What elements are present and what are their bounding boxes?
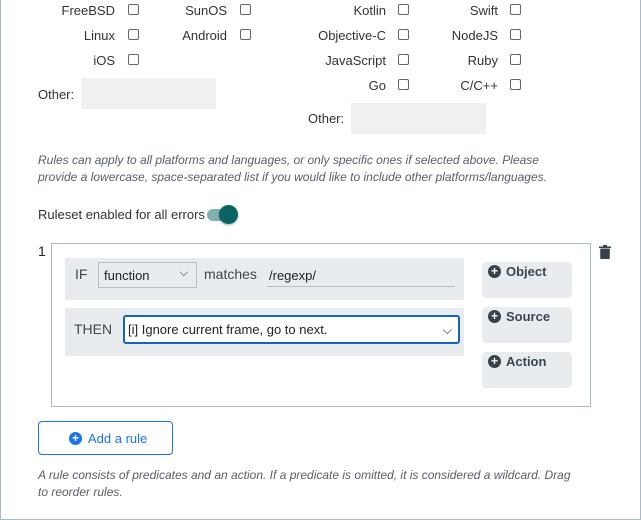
checkbox-label: Linux: [83, 28, 115, 43]
then-keyword: THEN: [74, 321, 113, 337]
checkbox[interactable]: [398, 4, 409, 15]
language-other-input[interactable]: [351, 103, 486, 134]
checkbox[interactable]: [128, 29, 139, 40]
checkbox[interactable]: [240, 29, 251, 40]
add-rule-button[interactable]: + Add a rule: [38, 421, 173, 455]
checkbox-label: NodeJS: [451, 28, 498, 43]
checkbox[interactable]: [510, 54, 521, 65]
checkbox-label: Kotlin: [353, 3, 386, 18]
checkbox-label: C/C++: [460, 78, 498, 93]
plus-circle-icon: +: [488, 310, 501, 323]
platforms-help-text: Rules can apply to all platforms and lan…: [38, 153, 547, 184]
checkbox-label: Ruby: [467, 53, 498, 68]
button-label: Action: [506, 354, 547, 369]
button-label: Add a rule: [88, 431, 148, 446]
plus-circle-icon: +: [488, 355, 501, 368]
rules-help-text: A rule consists of predicates and an act…: [38, 468, 571, 499]
checkbox[interactable]: [510, 4, 521, 15]
button-label: Source: [506, 309, 551, 324]
add-source-button[interactable]: + Source: [482, 307, 572, 343]
if-keyword: IF: [75, 266, 88, 282]
checkbox[interactable]: [240, 4, 251, 15]
toggle-knob[interactable]: [219, 205, 238, 224]
matches-keyword: matches: [204, 266, 257, 282]
add-action-button[interactable]: + Action: [482, 352, 572, 388]
select-value: [i] Ignore current frame, go to next.: [128, 322, 328, 337]
trash-icon[interactable]: [599, 245, 611, 259]
select-value: function: [104, 268, 150, 283]
checkbox[interactable]: [398, 29, 409, 40]
checkbox-label: Swift: [469, 3, 498, 18]
ruleset-toggle-label: Ruleset enabled for all errors: [38, 207, 205, 222]
checkbox[interactable]: [128, 54, 139, 65]
checkbox-label: iOS: [93, 53, 115, 68]
chevron-down-icon: ⌵: [179, 267, 188, 279]
plus-circle-icon: +: [69, 432, 82, 445]
checkbox-label: SunOS: [185, 3, 227, 18]
language-other-label: Other:: [308, 111, 345, 126]
chevron-down-icon: ⌵: [442, 323, 452, 337]
platform-other-input[interactable]: [81, 78, 216, 109]
checkbox-label: Go: [368, 78, 386, 93]
checkbox[interactable]: [510, 79, 521, 90]
button-label: Object: [506, 264, 547, 279]
predicate-field-select[interactable]: function ⌵: [98, 262, 197, 288]
checkbox-label: Objective-C: [318, 28, 386, 43]
regexp-input[interactable]: /regexp/: [267, 263, 455, 287]
rule-number: 1: [38, 243, 46, 259]
checkbox[interactable]: [510, 29, 521, 40]
platform-other-label: Other:: [38, 87, 75, 102]
checkbox[interactable]: [128, 4, 139, 15]
action-select[interactable]: [i] Ignore current frame, go to next. ⌵: [123, 315, 460, 344]
plus-circle-icon: +: [488, 265, 501, 278]
checkbox-label: FreeBSD: [61, 3, 115, 18]
add-object-button[interactable]: + Object: [482, 262, 572, 298]
checkbox-label: JavaScript: [325, 53, 386, 68]
checkbox[interactable]: [398, 79, 409, 90]
checkbox[interactable]: [398, 54, 409, 65]
checkbox-label: Android: [182, 28, 227, 43]
